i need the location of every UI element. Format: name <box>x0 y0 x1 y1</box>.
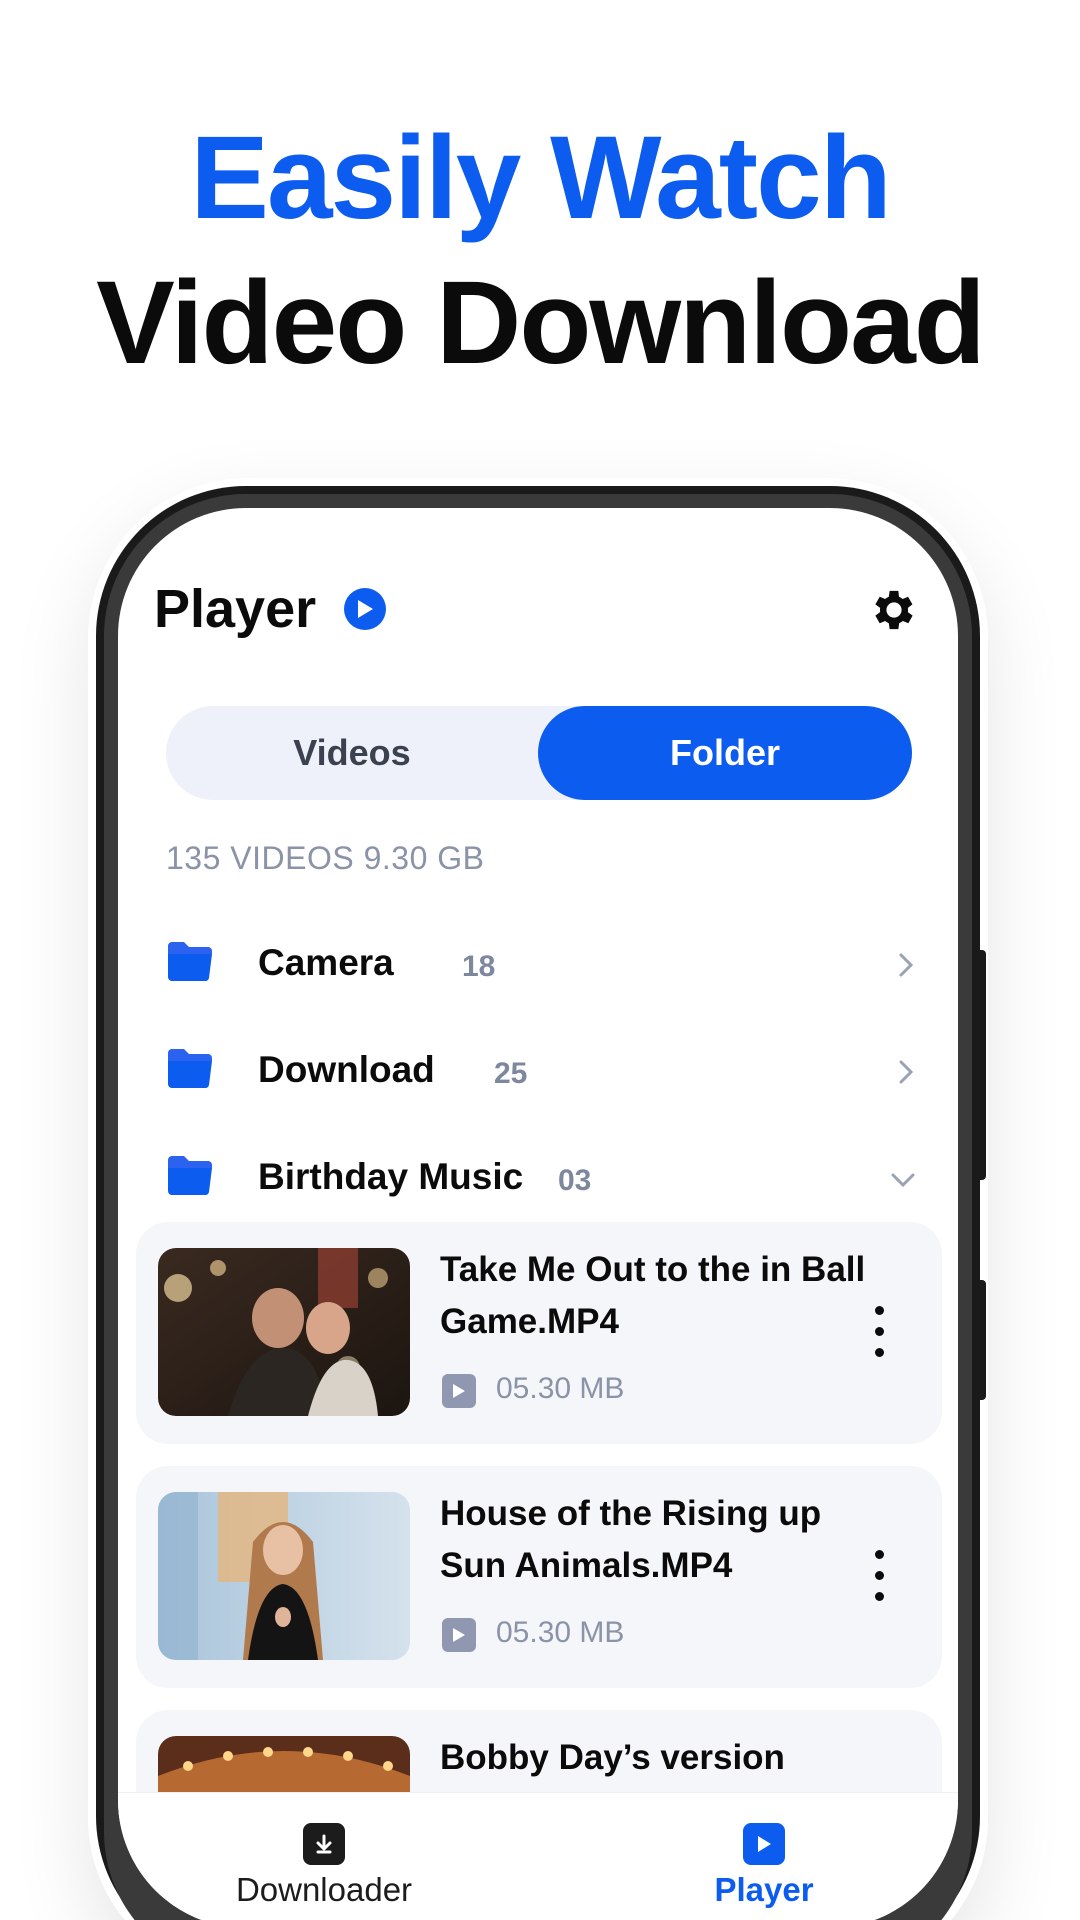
folder-name: Camera <box>258 942 394 983</box>
more-vertical-icon[interactable] <box>872 1306 886 1362</box>
video-file-icon <box>442 1618 476 1652</box>
chevron-down-icon <box>891 1173 915 1188</box>
phone-side-button <box>976 950 986 1180</box>
app-title: Player <box>154 579 317 639</box>
video-thumbnail <box>158 1492 410 1660</box>
folder-row-birthday-music[interactable]: Birthday Music 03 <box>166 1144 926 1214</box>
nav-player[interactable]: Player <box>614 1793 914 1920</box>
play-circle-icon <box>344 588 386 630</box>
video-size: 05.30 MB <box>496 1372 625 1405</box>
storage-summary: 135 VIDEOS 9.30 GB <box>166 840 485 876</box>
chevron-right-icon <box>899 1060 914 1084</box>
folder-icon <box>168 942 212 982</box>
folder-icon <box>168 1049 212 1089</box>
video-file-icon <box>442 1374 476 1408</box>
view-toggle: Videos Folder <box>166 706 912 800</box>
folder-icon <box>168 1156 212 1196</box>
nav-downloader[interactable]: Downloader <box>174 1793 474 1920</box>
video-size: 05.30 MB <box>496 1616 625 1649</box>
tab-videos[interactable]: Videos <box>166 706 538 800</box>
folder-row-camera[interactable]: Camera 18 <box>166 930 926 1000</box>
bottom-navigation: Downloader Player <box>118 1792 958 1920</box>
chevron-right-icon <box>899 953 914 977</box>
more-vertical-icon[interactable] <box>872 1550 886 1606</box>
folder-count: 03 <box>558 1164 592 1197</box>
phone-screen: Player Videos Folder 135 VIDEOS 9.30 GB … <box>118 508 958 1920</box>
play-icon <box>743 1823 785 1865</box>
video-thumbnail <box>158 1248 410 1416</box>
nav-label: Player <box>714 1871 814 1908</box>
folder-name: Download <box>258 1049 435 1090</box>
video-card[interactable]: Take Me Out to the in Ball Game.MP4 05.3… <box>136 1222 942 1444</box>
tab-folder[interactable]: Folder <box>538 706 912 800</box>
phone-side-button <box>976 1280 986 1400</box>
video-title: Bobby Day’s version <box>440 1738 785 1777</box>
gear-icon[interactable] <box>868 584 920 636</box>
video-card[interactable]: House of the Rising up Sun Animals.MP4 0… <box>136 1466 942 1688</box>
folder-name: Birthday Music <box>258 1156 524 1197</box>
promo-headline-line2: Video Download <box>96 257 986 389</box>
download-icon <box>303 1823 345 1865</box>
nav-label: Downloader <box>235 1871 413 1908</box>
folder-count: 25 <box>494 1057 528 1090</box>
video-title: Take Me Out to the in Ball Game.MP4 <box>440 1250 866 1341</box>
folder-count: 18 <box>462 950 496 983</box>
promo-headline-line1: Easily Watch <box>190 112 892 244</box>
folder-row-download[interactable]: Download 25 <box>166 1037 926 1107</box>
video-title: House of the Rising up Sun Animals.MP4 <box>440 1494 822 1585</box>
